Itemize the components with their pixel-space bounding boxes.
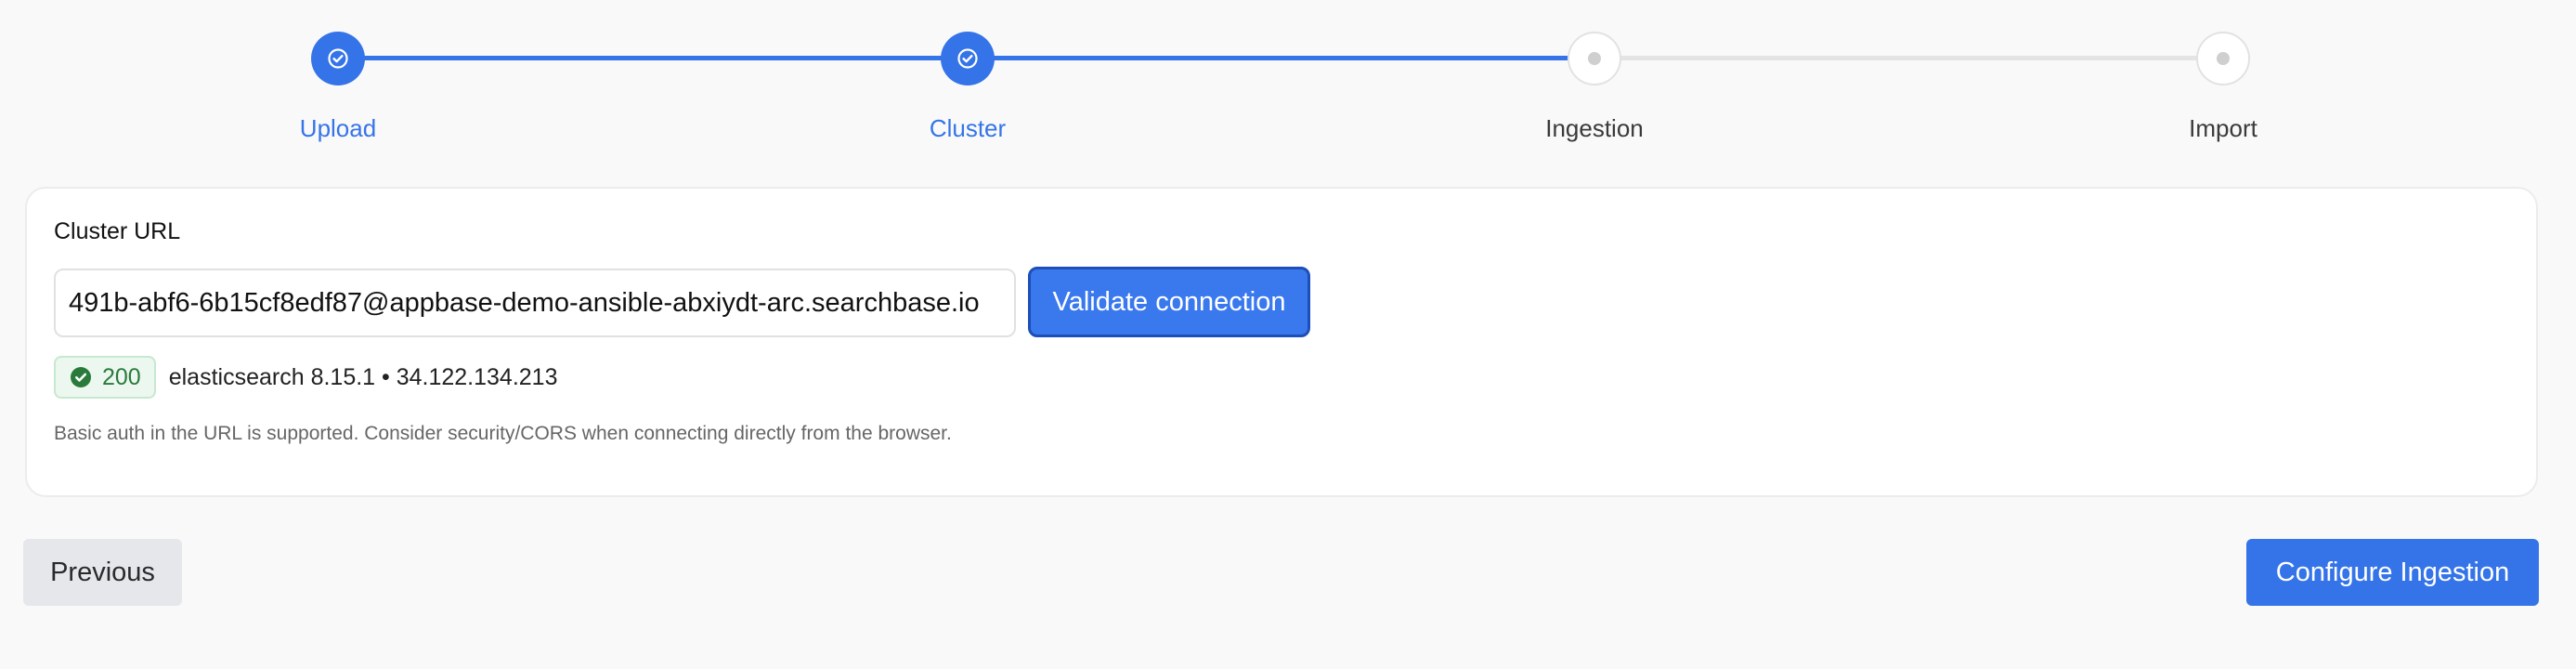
- step-cluster-label: Cluster: [929, 114, 1007, 142]
- check-circle-icon: [71, 367, 91, 387]
- auth-help-text: Basic auth in the URL is supported. Cons…: [54, 423, 952, 444]
- step-upload-label: Upload: [299, 114, 377, 142]
- status-code: 200: [102, 363, 141, 390]
- dot-icon: [2217, 52, 2230, 65]
- cluster-info: elasticsearch 8.15.1 • 34.122.134.213: [168, 363, 558, 390]
- step-connector-ingestion-import: [1594, 56, 2223, 60]
- check-icon: [957, 48, 978, 69]
- progress-stepper: Upload Cluster Ingestion Import: [0, 0, 2576, 158]
- step-import-label: Import: [2189, 114, 2257, 142]
- configure-ingestion-button[interactable]: Configure Ingestion: [2246, 539, 2539, 606]
- step-import-indicator: [2196, 32, 2250, 85]
- cluster-card: Cluster URL Validate connection 200 elas…: [25, 187, 2538, 497]
- dot-icon: [1588, 52, 1601, 65]
- step-cluster-indicator: [941, 32, 995, 85]
- status-badge: 200: [54, 356, 156, 399]
- connection-status: 200 elasticsearch 8.15.1 • 34.122.134.21…: [54, 355, 558, 400]
- step-connector-cluster-ingestion: [968, 56, 1594, 60]
- step-ingestion-label: Ingestion: [1545, 114, 1644, 142]
- step-connector-upload-cluster: [338, 56, 968, 60]
- cluster-url-input[interactable]: [54, 269, 1016, 337]
- previous-button[interactable]: Previous: [23, 539, 182, 606]
- cluster-url-label: Cluster URL: [54, 218, 181, 244]
- step-ingestion-indicator: [1568, 32, 1621, 85]
- validate-connection-button[interactable]: Validate connection: [1028, 267, 1310, 337]
- check-icon: [328, 48, 348, 69]
- step-upload-indicator: [311, 32, 365, 85]
